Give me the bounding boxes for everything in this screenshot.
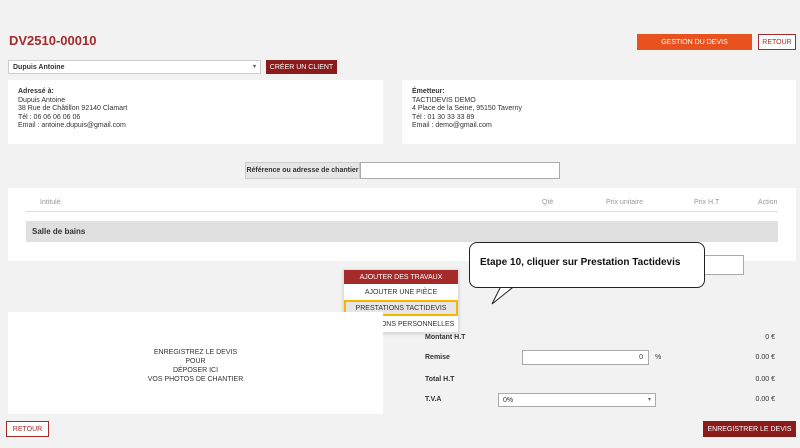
montant-ht-label: Montant H.T	[425, 334, 466, 341]
manage-quote-button[interactable]: GESTION DU DEVIS	[637, 34, 752, 50]
remise-input[interactable]: 0	[522, 350, 649, 365]
issuer-line: Email : demo@gmail.com	[412, 122, 492, 129]
chevron-down-icon: ▾	[647, 397, 651, 403]
recipient-line: 38 Rue de Châtillon 92140 Clamart	[18, 105, 128, 112]
issuer-title: Émetteur:	[412, 88, 445, 95]
site-reference-label: Référence ou adresse de chantier	[245, 162, 360, 179]
col-header-price-ht: Prix H.T	[694, 199, 720, 206]
header-divider	[26, 211, 778, 212]
client-select-value: Dupuis Antoine	[13, 63, 65, 71]
total-ht-label: Total H.T	[425, 376, 455, 383]
add-works-button[interactable]: AJOUTER DES TRAVAUX	[344, 270, 458, 284]
create-client-button[interactable]: CRÉER UN CLIENT	[266, 60, 337, 74]
site-reference-input[interactable]	[360, 162, 560, 179]
section-row[interactable]: Salle de bains	[26, 221, 778, 242]
back-button-bottom[interactable]: RETOUR	[6, 421, 49, 437]
montant-ht-value: 0 €	[765, 334, 775, 341]
photo-drop-zone[interactable]: ENREGISTREZ LE DEVIS POUR DÉPOSER ICI VO…	[8, 312, 383, 414]
issuer-line: 4 Place de la Seine, 95150 Taverny	[412, 105, 523, 112]
save-quote-button[interactable]: ENREGISTRER LE DEVIS	[703, 421, 796, 437]
photo-line: POUR	[185, 358, 206, 365]
remise-value: 0.00 €	[755, 354, 775, 361]
client-select[interactable]: Dupuis Antoine ▾	[8, 60, 261, 74]
col-header-action: Action	[758, 199, 778, 206]
recipient-title: Adressé à:	[18, 88, 54, 95]
recipient-line: Dupuis Antoine	[18, 96, 66, 104]
quote-number: DV2510-00010	[9, 33, 97, 48]
tva-label: T.V.A	[425, 396, 442, 403]
photo-line: ENREGISTREZ LE DEVIS	[153, 349, 238, 356]
remise-unit: %	[655, 354, 662, 361]
back-button-top[interactable]: RETOUR	[758, 34, 796, 50]
recipient-card: Adressé à: Dupuis Antoine 38 Rue de Chât…	[8, 80, 383, 144]
tva-value: 0.00 €	[755, 396, 775, 403]
col-header-qty: Qté	[542, 199, 554, 206]
tva-select[interactable]: 0% ▾	[498, 393, 656, 407]
recipient-line: Tél : 06 06 06 06 06	[18, 113, 81, 121]
chevron-down-icon: ▾	[252, 64, 256, 70]
issuer-line: TACTIDEVIS DEMO	[412, 96, 476, 104]
recipient-line: Email : antoine.dupuis@gmail.com	[18, 122, 126, 129]
issuer-card: Émetteur: TACTIDEVIS DEMO 4 Place de la …	[402, 80, 796, 144]
issuer-line: Tél : 01 30 33 33 89	[412, 113, 475, 121]
remise-label: Remise	[425, 354, 450, 361]
tutorial-callout: Etape 10, cliquer sur Prestation Tactide…	[469, 242, 705, 288]
tva-select-value: 0%	[503, 396, 514, 404]
col-header-title: Intitulé	[40, 199, 61, 206]
menu-item-add-room[interactable]: AJOUTER UNE PIÈCE	[344, 284, 458, 300]
photo-line: VOS PHOTOS DE CHANTIER	[147, 376, 244, 383]
photo-line: DÉPOSER ICI	[172, 367, 219, 374]
callout-text: Etape 10, cliquer sur Prestation Tactide…	[480, 257, 681, 268]
total-ht-value: 0.00 €	[755, 376, 775, 383]
col-header-unit-price: Prix unitaire	[606, 199, 643, 206]
